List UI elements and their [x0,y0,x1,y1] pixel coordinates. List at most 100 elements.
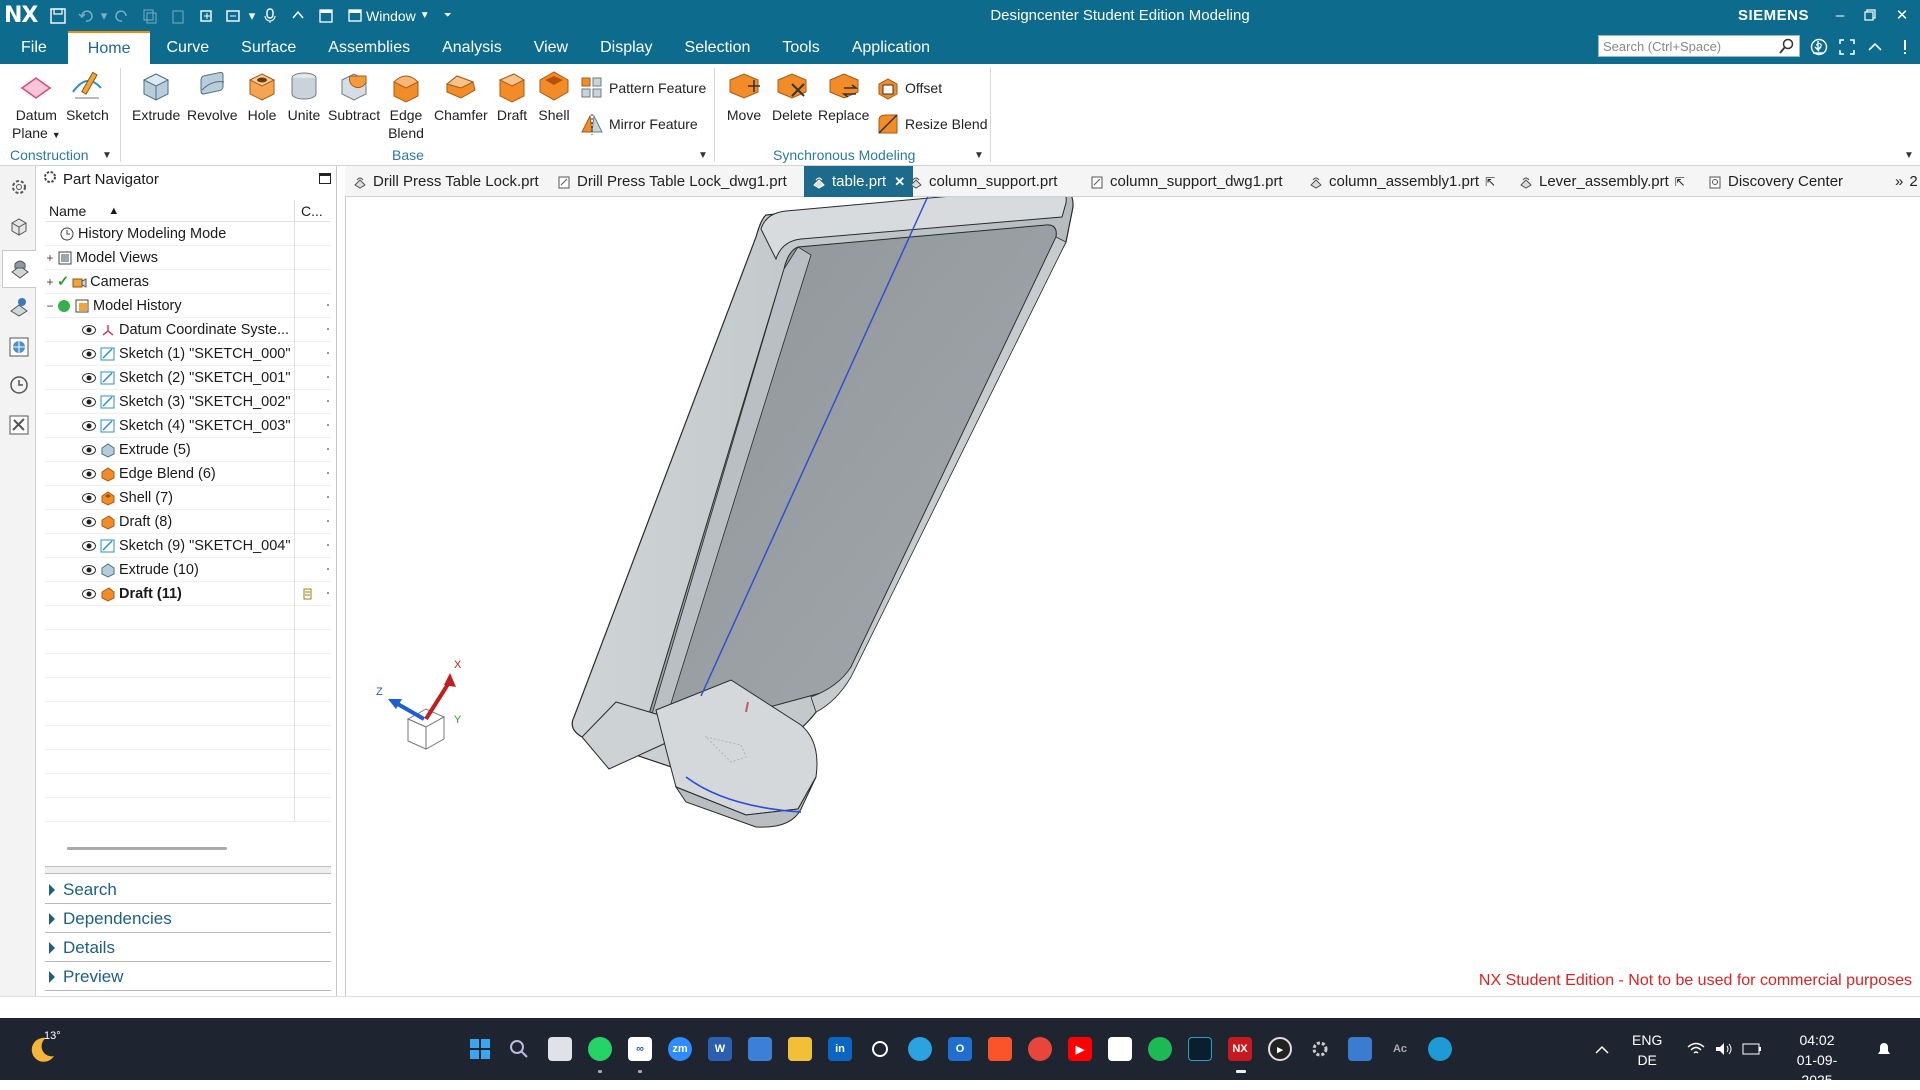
menu-surface[interactable]: Surface [225,31,312,64]
resource-settings-icon[interactable] [6,174,32,200]
chatgpt-icon[interactable] [868,1037,892,1061]
tree-row[interactable]: Draft (8) [45,509,331,534]
close-button[interactable]: ✕ [1888,4,1916,26]
navigator-settings-icon[interactable] [43,170,57,188]
tree-row[interactable]: Shell (7) [45,485,331,510]
spotify-icon[interactable] [1148,1037,1172,1061]
wifi-icon[interactable] [1684,1037,1708,1061]
tree-row[interactable]: + ✓ Cameras [45,269,331,294]
start-icon[interactable] [468,1037,492,1061]
nx-taskbar-icon[interactable]: NX [1228,1037,1252,1061]
volume-icon[interactable] [1712,1037,1736,1061]
clock[interactable]: 04:02 01-09-2025 [1782,1030,1852,1090]
tree-row[interactable]: Edge Blend (6) [45,461,331,486]
draft-button[interactable]: Draft [494,68,530,124]
sync-dropdown-icon[interactable]: ▼ [974,150,984,161]
tree-row[interactable]: Extrude (5) [45,437,331,462]
tab-column-support-dwg[interactable]: column_support_dwg1.prt [1082,166,1291,197]
collapse-icon[interactable]: − [45,299,55,313]
alert-icon[interactable] [1894,36,1916,58]
search-icon[interactable] [1779,38,1795,57]
tree-row[interactable]: Sketch (9) "SKETCH_004" [45,533,331,558]
customize-dropdown-icon[interactable]: ⏷ [444,10,452,21]
horizontal-scrollbar[interactable] [67,847,227,850]
tab-lever-assembly[interactable]: Lever_assembly.prt ⇱ [1511,166,1693,197]
revolve-button[interactable]: Revolve [187,68,238,124]
menu-assemblies[interactable]: Assemblies [312,31,426,64]
details-section[interactable]: Details [45,934,331,962]
tree-row[interactable]: Datum Coordinate Syste... [45,317,331,342]
tab-drill-press-table-lock-dwg[interactable]: Drill Press Table Lock_dwg1.prt [549,166,795,197]
history-icon[interactable] [6,372,32,398]
quickaccess-dropdown-icon[interactable]: ▾ [248,7,256,25]
expand-icon[interactable]: + [45,275,55,289]
subtract-button[interactable]: Subtract [328,68,380,124]
visibility-eye-icon[interactable] [81,394,97,410]
column-current-header[interactable]: C... [295,200,323,221]
tab-column-assembly[interactable]: column_assembly1.prt ⇱ [1301,166,1503,197]
panel-splitter[interactable] [45,866,331,874]
visibility-eye-icon[interactable] [81,586,97,602]
battery-icon[interactable] [1740,1037,1764,1061]
edge-blend-button[interactable]: Edge Blend [388,68,424,142]
chrome-icon[interactable] [1028,1037,1052,1061]
minimize-button[interactable]: – [1826,4,1854,26]
task-view-icon[interactable] [548,1037,572,1061]
planner-icon[interactable] [748,1037,772,1061]
restore-button[interactable] [1856,4,1884,26]
pattern-feature-button[interactable]: Pattern Feature [580,76,706,100]
mirror-feature-button[interactable]: Mirror Feature [580,112,698,136]
more-tabs-button[interactable]: » 2 [1887,166,1920,197]
notifications-icon[interactable] [1872,1037,1896,1061]
tab-drill-press-table-lock[interactable]: Drill Press Table Lock.prt [345,166,547,197]
hole-button[interactable]: Hole [244,68,280,124]
dependencies-section[interactable]: Dependencies [45,905,331,933]
repeat-command-icon[interactable] [225,7,243,25]
move-face-button[interactable]: Move [726,68,762,124]
media-player-icon[interactable]: ▸ [1268,1037,1292,1061]
menu-tools[interactable]: Tools [766,31,835,64]
tree-row[interactable]: Sketch (4) "SKETCH_003" [45,413,331,438]
construction-dropdown-icon[interactable]: ▼ [102,150,112,161]
help-icon[interactable]: ? [1808,36,1830,58]
extrude-button[interactable]: Extrude [132,68,180,124]
touch-mode-icon[interactable] [197,7,215,25]
visibility-eye-icon[interactable] [81,466,97,482]
ms-store-icon[interactable] [1108,1037,1132,1061]
assembly-navigator-icon[interactable] [6,214,32,240]
copy-icon[interactable] [141,7,159,25]
telegram-icon[interactable] [908,1037,932,1061]
datum-plane-button[interactable]: Datum Plane ▼ [12,68,61,144]
visibility-eye-icon[interactable] [81,418,97,434]
fullscreen-icon[interactable] [1836,36,1858,58]
redo-icon[interactable] [113,7,131,25]
visibility-eye-icon[interactable] [81,322,97,338]
tree-row-current[interactable]: Draft (11) [45,581,331,606]
tree-row[interactable]: − Model History [45,293,331,318]
visibility-eye-icon[interactable] [81,442,97,458]
web-browser-icon[interactable] [6,334,32,360]
settings-taskbar-icon[interactable] [1308,1037,1332,1061]
menu-selection[interactable]: Selection [669,31,767,64]
outlook-icon[interactable]: O [948,1037,972,1061]
whatsapp-icon[interactable] [588,1037,612,1061]
zoom-icon[interactable]: zm [668,1037,692,1061]
search-taskbar-icon[interactable] [507,1037,531,1061]
switch-window-icon[interactable] [317,7,335,25]
column-name-header[interactable]: Name ▲ [45,200,295,221]
refresh-icon[interactable] [289,7,307,25]
tree-row[interactable]: Sketch (1) "SKETCH_000" [45,341,331,366]
capcut-icon[interactable] [1188,1037,1212,1061]
view-triad[interactable]: X Y Z [374,659,494,769]
tree-row[interactable]: + Model Views [45,245,331,270]
tree-row[interactable]: Sketch (2) "SKETCH_001" [45,365,331,390]
collapse-ribbon-icon[interactable] [1864,36,1886,58]
visibility-eye-icon[interactable] [81,538,97,554]
tree-row[interactable]: Sketch (3) "SKETCH_002" [45,389,331,414]
expand-icon[interactable]: + [45,251,55,265]
save-icon[interactable] [49,7,67,25]
undo-dropdown-icon[interactable]: ▾ [100,7,108,25]
preview-section[interactable]: Preview [45,963,331,991]
linkedin-icon[interactable]: in [828,1037,852,1061]
reuse-library-icon[interactable] [6,412,32,438]
